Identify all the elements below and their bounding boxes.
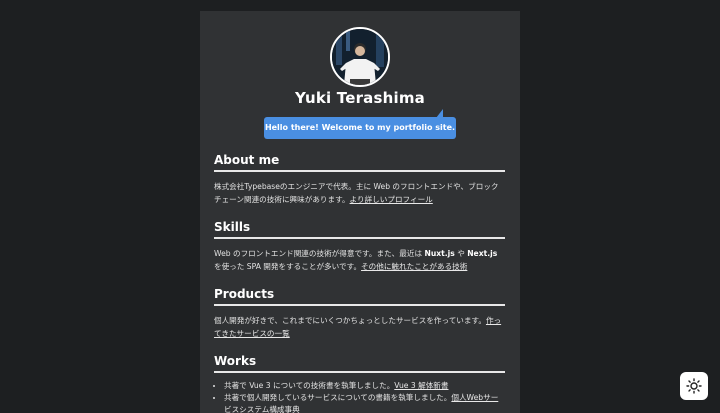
works-item: 共著で個人開発しているサービスについての書籍を執筆しました。個人Webサービスシ… <box>224 392 505 413</box>
skills-section: Skills Web のフロントエンド関連の技術が得意です。また、最近は Nux… <box>214 220 505 273</box>
skill-next: Next.js <box>467 249 498 258</box>
skills-text: Web のフロントエンド関連の技術が得意です。また、最近は Nuxt.js や … <box>214 247 505 273</box>
avatar <box>330 27 390 87</box>
about-text: 株式会社Typebaseのエンジニアで代表。主に Web のフロントエンドや、ブ… <box>214 180 505 206</box>
avatar-photo <box>332 29 388 85</box>
works-item-text: 共著で個人開発しているサービスについての書籍を執筆しました。 <box>224 393 452 402</box>
works-heading: Works <box>214 354 505 373</box>
products-section: Products 個人開発が好きで、これまでにいくつかちょっとしたサービスを作っ… <box>214 287 505 340</box>
skills-body-1: Web のフロントエンド関連の技術が得意です。また、最近は <box>214 249 425 258</box>
profile-name: Yuki Terashima <box>294 89 426 107</box>
profile-link[interactable]: より詳しいプロフィール <box>350 195 433 204</box>
sun-icon <box>686 378 702 394</box>
greeting-bubble: Hello there! Welcome to my portfolio sit… <box>264 117 456 139</box>
products-body: 個人開発が好きで、これまでにいくつかちょっとしたサービスを作っています。 <box>214 316 486 325</box>
skills-heading: Skills <box>214 220 505 239</box>
profile-card: Yuki Terashima Hello there! Welcome to m… <box>200 11 520 413</box>
works-item-text: 共著で Vue 3 についての技術書を執筆しました。 <box>224 381 395 390</box>
works-list: 共著で Vue 3 についての技術書を執筆しました。Vue 3 解体新書 共著で… <box>214 380 505 413</box>
about-heading: About me <box>214 153 505 172</box>
skills-body-2: や <box>454 249 468 258</box>
theme-toggle-button[interactable] <box>680 372 708 400</box>
other-skills-link[interactable]: その他に触れたことがある技術 <box>361 262 467 271</box>
about-section: About me 株式会社Typebaseのエンジニアで代表。主に Web のフ… <box>214 153 505 206</box>
works-item: 共著で Vue 3 についての技術書を執筆しました。Vue 3 解体新書 <box>224 380 505 392</box>
skill-nuxt: Nuxt.js <box>424 249 455 258</box>
products-text: 個人開発が好きで、これまでにいくつかちょっとしたサービスを作っています。作ってき… <box>214 314 505 340</box>
products-heading: Products <box>214 287 505 306</box>
vue3-book-link[interactable]: Vue 3 解体新書 <box>394 381 448 390</box>
works-section: Works 共著で Vue 3 についての技術書を執筆しました。Vue 3 解体… <box>214 354 505 413</box>
skills-body-3: を使った SPA 開発をすることが多いです。 <box>214 262 362 271</box>
